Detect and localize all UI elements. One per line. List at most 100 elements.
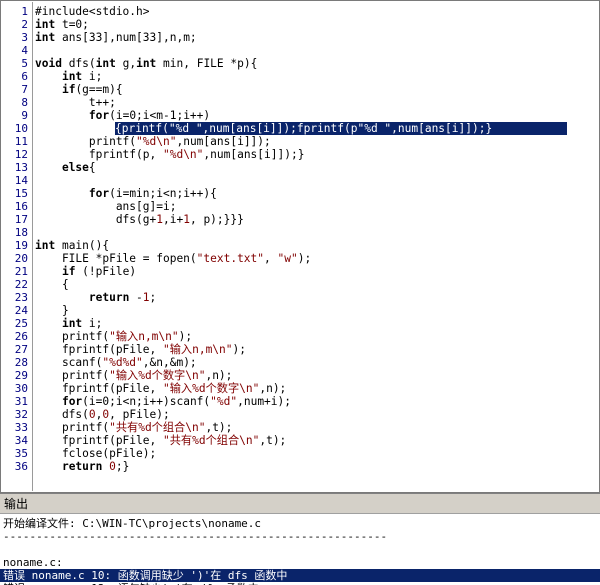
code-line[interactable]: } xyxy=(35,304,69,317)
line-number: 1 xyxy=(21,5,28,18)
code-line[interactable]: scanf("%d%d",&n,&m); xyxy=(35,356,197,369)
code-token: "%d\n" xyxy=(136,135,177,148)
line-number: 11 xyxy=(14,135,28,148)
code-line[interactable]: int ans[33],num[33],n,m; xyxy=(35,31,197,44)
code-line[interactable]: int i; xyxy=(35,70,102,83)
line-number: 17 xyxy=(14,213,28,226)
code-token: (i=0;i<n;i++)scanf( xyxy=(82,395,211,408)
code-token: ); xyxy=(178,330,193,343)
code-token: ; xyxy=(149,291,157,304)
code-line[interactable]: if (!pFile) xyxy=(35,265,136,278)
code-token: ,t); xyxy=(205,421,233,434)
line-number: 20 xyxy=(14,252,28,265)
code-token: t=0; xyxy=(55,18,89,31)
code-line[interactable]: void dfs(int g,int min, FILE *p){ xyxy=(35,57,257,70)
line-number: 25 xyxy=(14,317,28,330)
code-line[interactable]: printf("输入n,m\n"); xyxy=(35,330,192,343)
code-line[interactable]: { xyxy=(35,278,69,291)
code-token: (g==m){ xyxy=(75,83,123,96)
line-number: 12 xyxy=(14,148,28,161)
line-number: 26 xyxy=(14,330,28,343)
code-token: ); xyxy=(297,252,312,265)
line-number: 31 xyxy=(14,395,28,408)
code-line[interactable]: fprintf(pFile, "共有%d个组合\n",t); xyxy=(35,434,286,447)
output-line[interactable]: noname.c: xyxy=(3,556,63,569)
code-token: else xyxy=(61,161,89,174)
output-line[interactable]: 开始编译文件: C:\WIN-TC\projects\noname.c xyxy=(3,517,261,530)
code-line[interactable]: else{ xyxy=(35,161,96,174)
code-token: "共有%d个组合\n" xyxy=(162,434,260,447)
code-token: } xyxy=(35,304,69,317)
code-editor[interactable]: 1 2 3 4 5 6 7 8 9 10 11 12 13 14 15 16 17 18 19 20 21 22 23 24 2… xyxy=(0,0,600,493)
code-line[interactable]: for(i=0;i<n;i++)scanf("%d",num+i); xyxy=(35,395,291,408)
output-line[interactable]: ----------------------------------------… xyxy=(3,530,387,543)
code-token: int xyxy=(136,57,157,70)
output-line[interactable]: 错误 noname.c 10: 函数调用缺少 ')'在 dfs 函数中 xyxy=(0,569,600,582)
code-token: fprintf(pFile, xyxy=(35,343,163,356)
code-line[interactable]: int t=0; xyxy=(35,18,89,31)
code-line[interactable]: return 0;} xyxy=(35,460,129,473)
line-number: 6 xyxy=(21,70,28,83)
code-line[interactable]: #include<stdio.h> xyxy=(35,5,150,18)
code-token: "共有%d个组合\n" xyxy=(109,421,206,434)
code-token: ans[g]=i; xyxy=(35,200,177,213)
code-token: "输入n,m\n" xyxy=(109,330,179,343)
line-number: 8 xyxy=(21,96,28,109)
code-line[interactable]: FILE *pFile = fopen("text.txt", "w"); xyxy=(35,252,311,265)
line-number: 3 xyxy=(21,31,28,44)
line-number: 33 xyxy=(14,421,28,434)
code-line[interactable]: dfs(g+1,i+1, p);}}} xyxy=(35,213,244,226)
code-line[interactable]: for(i=min;i<n;i++){ xyxy=(35,187,217,200)
code-token: 0 xyxy=(88,408,96,421)
line-number: 29 xyxy=(14,369,28,382)
line-number: 32 xyxy=(14,408,28,421)
code-token: g, xyxy=(115,57,137,70)
code-line[interactable]: printf("共有%d个组合\n",t); xyxy=(35,421,232,434)
line-number: 28 xyxy=(14,356,28,369)
code-token: int xyxy=(35,239,56,252)
code-line[interactable]: printf("输入%d个数字\n",n); xyxy=(35,369,232,382)
code-line[interactable]: fprintf(pFile, "输入%d个数字\n",n); xyxy=(35,382,286,395)
code-token: i; xyxy=(82,70,103,83)
code-token: return xyxy=(88,291,130,304)
code-line[interactable]: printf("%d\n",num[ans[i]]); xyxy=(35,135,271,148)
line-number: 14 xyxy=(14,174,28,187)
code-line[interactable]: fclose(pFile); xyxy=(35,447,156,460)
code-token: ,n); xyxy=(259,382,287,395)
code-token: int xyxy=(61,70,83,83)
code-token: t++; xyxy=(35,96,116,109)
line-number: 4 xyxy=(21,44,28,57)
code-token: for xyxy=(88,187,110,200)
code-token: fprintf(pFile, xyxy=(35,382,163,395)
code-line[interactable]: fprintf(p, "%d\n",num[ans[i]]);} xyxy=(35,148,305,161)
line-number: 23 xyxy=(14,291,28,304)
line-number: 16 xyxy=(14,200,28,213)
line-number: 22 xyxy=(14,278,28,291)
line-number: 24 xyxy=(14,304,28,317)
code-line[interactable]: ans[g]=i; xyxy=(35,200,177,213)
code-token: 1 xyxy=(142,291,150,304)
output-panel[interactable]: 输出 开始编译文件: C:\WIN-TC\projects\noname.c --… xyxy=(0,493,600,585)
code-line[interactable]: t++; xyxy=(35,96,116,109)
code-token: ,num[ans[i]]);} xyxy=(203,148,305,161)
code-token: "text.txt" xyxy=(196,252,265,265)
code-token: for xyxy=(88,109,110,122)
code-token: scanf( xyxy=(35,356,103,369)
code-line[interactable]: return -1; xyxy=(35,291,156,304)
code-line[interactable]: int main(){ xyxy=(35,239,109,252)
code-line[interactable]: {printf("%d ",num[ans[i]]);fprintf(p"%d … xyxy=(115,122,567,135)
code-line[interactable]: dfs(0,0, pFile); xyxy=(35,408,170,421)
code-line[interactable]: if(g==m){ xyxy=(35,83,123,96)
code-token: "输入%d个数字\n" xyxy=(162,382,260,395)
code-line[interactable]: fprintf(pFile, "输入n,m\n"); xyxy=(35,343,246,356)
code-token: ,num[ans[i]]); xyxy=(176,135,271,148)
code-line[interactable]: int i; xyxy=(35,317,102,330)
line-number: 34 xyxy=(14,434,28,447)
code-line[interactable]: for(i=0;i<m-1;i++) xyxy=(35,109,210,122)
code-token: FILE *pFile = fopen( xyxy=(35,252,197,265)
